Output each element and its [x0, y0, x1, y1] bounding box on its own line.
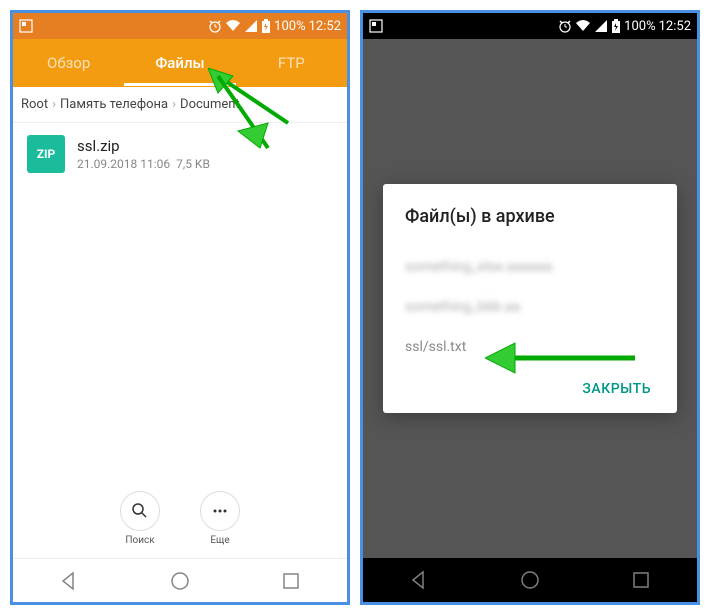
- nav-bar: [363, 558, 697, 602]
- status-bar: 100% 12:52: [363, 13, 697, 39]
- chevron-right-icon: ›: [52, 97, 56, 112]
- chevron-right-icon: ›: [172, 97, 176, 112]
- tab-overview[interactable]: Обзор: [13, 40, 124, 86]
- file-meta: 21.09.2018 11:06 7,5 KB: [77, 157, 333, 171]
- zip-file-icon: ZIP: [27, 135, 65, 173]
- archive-dialog: Файл(ы) в архиве something_else.aaaaaa s…: [383, 184, 677, 413]
- phone-right: 100% 12:52 Файл(ы) в архиве something_el…: [360, 10, 700, 605]
- archive-item[interactable]: something_else.aaaaaa: [405, 247, 655, 287]
- dialog-close-button[interactable]: ЗАКРЫТЬ: [405, 367, 655, 403]
- phone-left: 100% 12:52 Обзор Файлы FTP Root › Память…: [10, 10, 350, 605]
- status-time: 12:52: [659, 19, 691, 34]
- more-button[interactable]: Еще: [200, 491, 240, 546]
- nav-bar: [13, 558, 347, 602]
- crumb-root[interactable]: Root: [21, 97, 48, 112]
- crumb-storage[interactable]: Память телефона: [60, 97, 168, 112]
- battery-icon: [611, 19, 621, 34]
- status-time: 12:52: [309, 19, 341, 34]
- alarm-icon: [208, 19, 222, 33]
- archive-item[interactable]: something_bbb.aa: [405, 287, 655, 327]
- file-list: ZIP ssl.zip 21.09.2018 11:06 7,5 KB: [13, 123, 347, 479]
- tab-files[interactable]: Файлы: [124, 40, 235, 86]
- file-row[interactable]: ZIP ssl.zip 21.09.2018 11:06 7,5 KB: [13, 123, 347, 185]
- screenshot-icon: [369, 19, 383, 33]
- header-tabs: Обзор Файлы FTP: [13, 39, 347, 87]
- nav-back[interactable]: [58, 570, 80, 592]
- signal-icon: [244, 19, 258, 33]
- nav-home[interactable]: [519, 569, 541, 591]
- wifi-icon: [575, 19, 591, 33]
- wifi-icon: [225, 19, 241, 33]
- more-icon: [211, 502, 229, 520]
- crumb-folder[interactable]: Document: [180, 97, 240, 112]
- signal-icon: [594, 19, 608, 33]
- bottom-actions: Поиск Еще: [13, 479, 347, 558]
- search-icon: [131, 502, 149, 520]
- screenshot-icon: [19, 19, 33, 33]
- dialog-title: Файл(ы) в архиве: [405, 206, 655, 227]
- nav-back[interactable]: [408, 569, 430, 591]
- battery-percent: 100%: [624, 19, 655, 34]
- alarm-icon: [558, 19, 572, 33]
- nav-home[interactable]: [169, 570, 191, 592]
- status-bar: 100% 12:52: [13, 13, 347, 39]
- file-name: ssl.zip: [77, 137, 333, 155]
- nav-recent[interactable]: [630, 569, 652, 591]
- tab-ftp[interactable]: FTP: [236, 40, 347, 86]
- nav-recent[interactable]: [280, 570, 302, 592]
- dialog-overlay[interactable]: Файл(ы) в архиве something_else.aaaaaa s…: [363, 39, 697, 558]
- battery-icon: [261, 19, 271, 34]
- search-button[interactable]: Поиск: [120, 491, 160, 546]
- battery-percent: 100%: [274, 19, 305, 34]
- archive-item[interactable]: ssl/ssl.txt: [405, 327, 655, 367]
- breadcrumb: Root › Память телефона › Document: [13, 87, 347, 123]
